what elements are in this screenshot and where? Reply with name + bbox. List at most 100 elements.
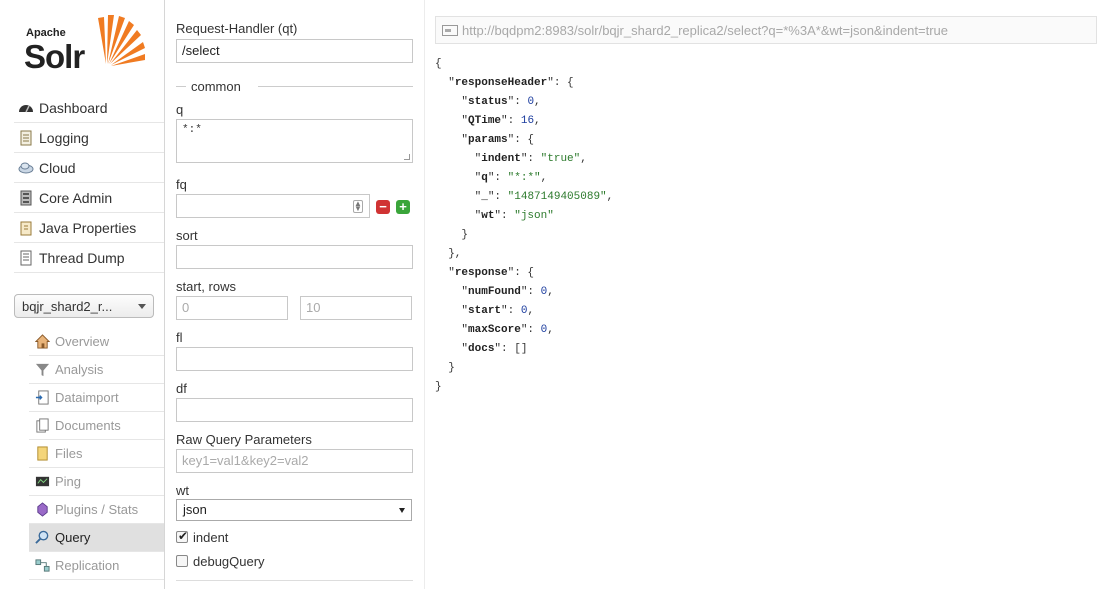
overview-icon <box>35 334 50 349</box>
core-menu: Overview Analysis Dataimport Documents F… <box>29 328 164 580</box>
menu-item-dashboard[interactable]: Dashboard <box>14 93 164 123</box>
url-icon <box>442 24 458 36</box>
fq-input[interactable]: ▲ ▼ <box>176 194 370 218</box>
menu-item-thread-dump[interactable]: Thread Dump <box>14 243 164 273</box>
q-textarea[interactable]: *:* <box>176 119 413 163</box>
core-menu-item-label: Plugins / Stats <box>55 502 139 517</box>
java-properties-icon <box>20 221 32 235</box>
minus-icon: − <box>379 199 387 214</box>
json-line: "numFound": 0, <box>435 286 554 298</box>
core-menu-item-label: Overview <box>55 334 110 349</box>
solr-logo[interactable]: Apache Solr <box>24 12 149 82</box>
json-line: "indent": "true", <box>435 153 587 165</box>
menu-item-core-admin[interactable]: Core Admin <box>14 183 164 213</box>
json-line: } <box>435 362 455 374</box>
main-menu: Dashboard Logging Cloud Core Admin Java … <box>14 93 164 273</box>
request-handler-input[interactable]: /select <box>176 39 413 63</box>
menu-item-cloud[interactable]: Cloud <box>14 153 164 183</box>
json-value-start: 0 <box>520 305 528 317</box>
core-menu-item-files[interactable]: Files <box>29 440 164 468</box>
json-value-q: "*:*" <box>507 172 541 184</box>
analysis-icon <box>35 363 50 377</box>
menu-item-label: Java Properties <box>39 219 137 236</box>
core-menu-item-plugins-stats[interactable]: Plugins / Stats <box>29 496 164 524</box>
wt-select[interactable]: json <box>176 499 412 521</box>
common-fieldset-legend: common <box>176 79 413 94</box>
spinner-icon[interactable]: ▲ ▼ <box>353 200 363 213</box>
json-line: "docs": [] <box>435 343 528 355</box>
form-divider <box>176 580 413 581</box>
wt-selected-value: json <box>183 502 207 517</box>
core-selector[interactable]: bqjr_shard2_r... <box>14 294 154 318</box>
core-menu-item-ping[interactable]: Ping <box>29 468 164 496</box>
core-menu-item-overview[interactable]: Overview <box>29 328 164 356</box>
core-menu-item-label: Files <box>55 446 83 461</box>
core-menu-item-dataimport[interactable]: Dataimport <box>29 384 164 412</box>
indent-checkbox[interactable]: ✔ <box>176 529 188 543</box>
fl-input[interactable] <box>176 347 413 371</box>
request-url-link[interactable]: http://bqdpm2:8983/solr/bqjr_shard2_repl… <box>435 16 1097 44</box>
raw-query-label: Raw Query Parameters <box>176 432 312 447</box>
replication-icon <box>35 559 50 572</box>
menu-item-label: Cloud <box>39 159 76 176</box>
query-icon <box>35 530 49 544</box>
df-label: df <box>176 381 187 396</box>
start-rows-label: start, rows <box>176 279 236 294</box>
json-value-maxscore: 0 <box>540 324 548 336</box>
debug-query-label: debugQuery <box>193 554 265 569</box>
plus-icon: + <box>399 199 407 214</box>
q-label: q <box>176 102 184 117</box>
core-menu-item-label: Documents <box>55 418 121 433</box>
resize-grip-icon[interactable] <box>404 154 410 160</box>
dataimport-icon <box>35 390 49 405</box>
dashboard-icon <box>19 104 33 112</box>
json-value-docs: [] <box>514 343 528 355</box>
indent-label: indent <box>193 530 229 545</box>
sort-input[interactable] <box>176 245 413 269</box>
sidebar: Apache Solr Dashboard Logging Cloud Core… <box>0 0 164 589</box>
json-line: "start": 0, <box>435 305 535 317</box>
json-line: "q": "*:*", <box>435 172 548 184</box>
fq-label: fq <box>176 177 187 192</box>
df-input[interactable] <box>176 398 413 422</box>
documents-icon <box>36 418 49 433</box>
json-line: "wt": "json" <box>435 210 554 222</box>
legend-line <box>258 86 413 87</box>
menu-item-label: Core Admin <box>39 189 113 206</box>
core-menu-item-documents[interactable]: Documents <box>29 412 164 440</box>
add-fq-button[interactable]: + <box>396 200 410 214</box>
json-line: { <box>435 58 442 70</box>
json-line: } <box>435 229 469 241</box>
json-line: "status": 0, <box>435 96 541 108</box>
json-line: "params": { <box>435 134 535 146</box>
core-admin-icon <box>20 190 32 205</box>
menu-item-java-properties[interactable]: Java Properties <box>14 213 164 243</box>
debug-query-checkbox[interactable] <box>176 555 188 567</box>
json-line: "maxScore": 0, <box>435 324 554 336</box>
rows-input[interactable]: 10 <box>300 296 412 320</box>
query-form: Request-Handler (qt) /select common q *:… <box>165 0 425 589</box>
core-menu-item-label: Analysis <box>55 362 104 377</box>
remove-fq-button[interactable]: − <box>376 200 390 214</box>
raw-query-input[interactable]: key1=val1&key2=val2 <box>176 449 413 473</box>
core-menu-item-label: Query <box>55 530 91 545</box>
chevron-down-icon <box>138 304 146 309</box>
plugins-icon <box>37 502 48 517</box>
json-value-underscore: "1487149405089" <box>507 191 607 203</box>
request-handler-label: Request-Handler (qt) <box>176 21 298 36</box>
core-menu-item-replication[interactable]: Replication <box>29 552 164 580</box>
chevron-down-icon <box>399 508 405 513</box>
core-menu-item-analysis[interactable]: Analysis <box>29 356 164 384</box>
logo-solr-text: Solr <box>24 38 85 75</box>
json-response: { "responseHeader": { "status": 0, "QTim… <box>435 55 1075 397</box>
core-menu-item-query[interactable]: Query <box>29 524 164 552</box>
json-value-numfound: 0 <box>540 286 548 298</box>
json-value-indent: "true" <box>540 153 581 165</box>
menu-item-label: Logging <box>39 129 89 146</box>
start-input[interactable]: 0 <box>176 296 288 320</box>
json-line: "QTime": 16, <box>435 115 541 127</box>
json-value-qtime: 16 <box>520 115 535 127</box>
menu-item-label: Thread Dump <box>39 249 125 266</box>
core-selector-value: bqjr_shard2_r... <box>22 298 113 314</box>
menu-item-logging[interactable]: Logging <box>14 123 164 153</box>
